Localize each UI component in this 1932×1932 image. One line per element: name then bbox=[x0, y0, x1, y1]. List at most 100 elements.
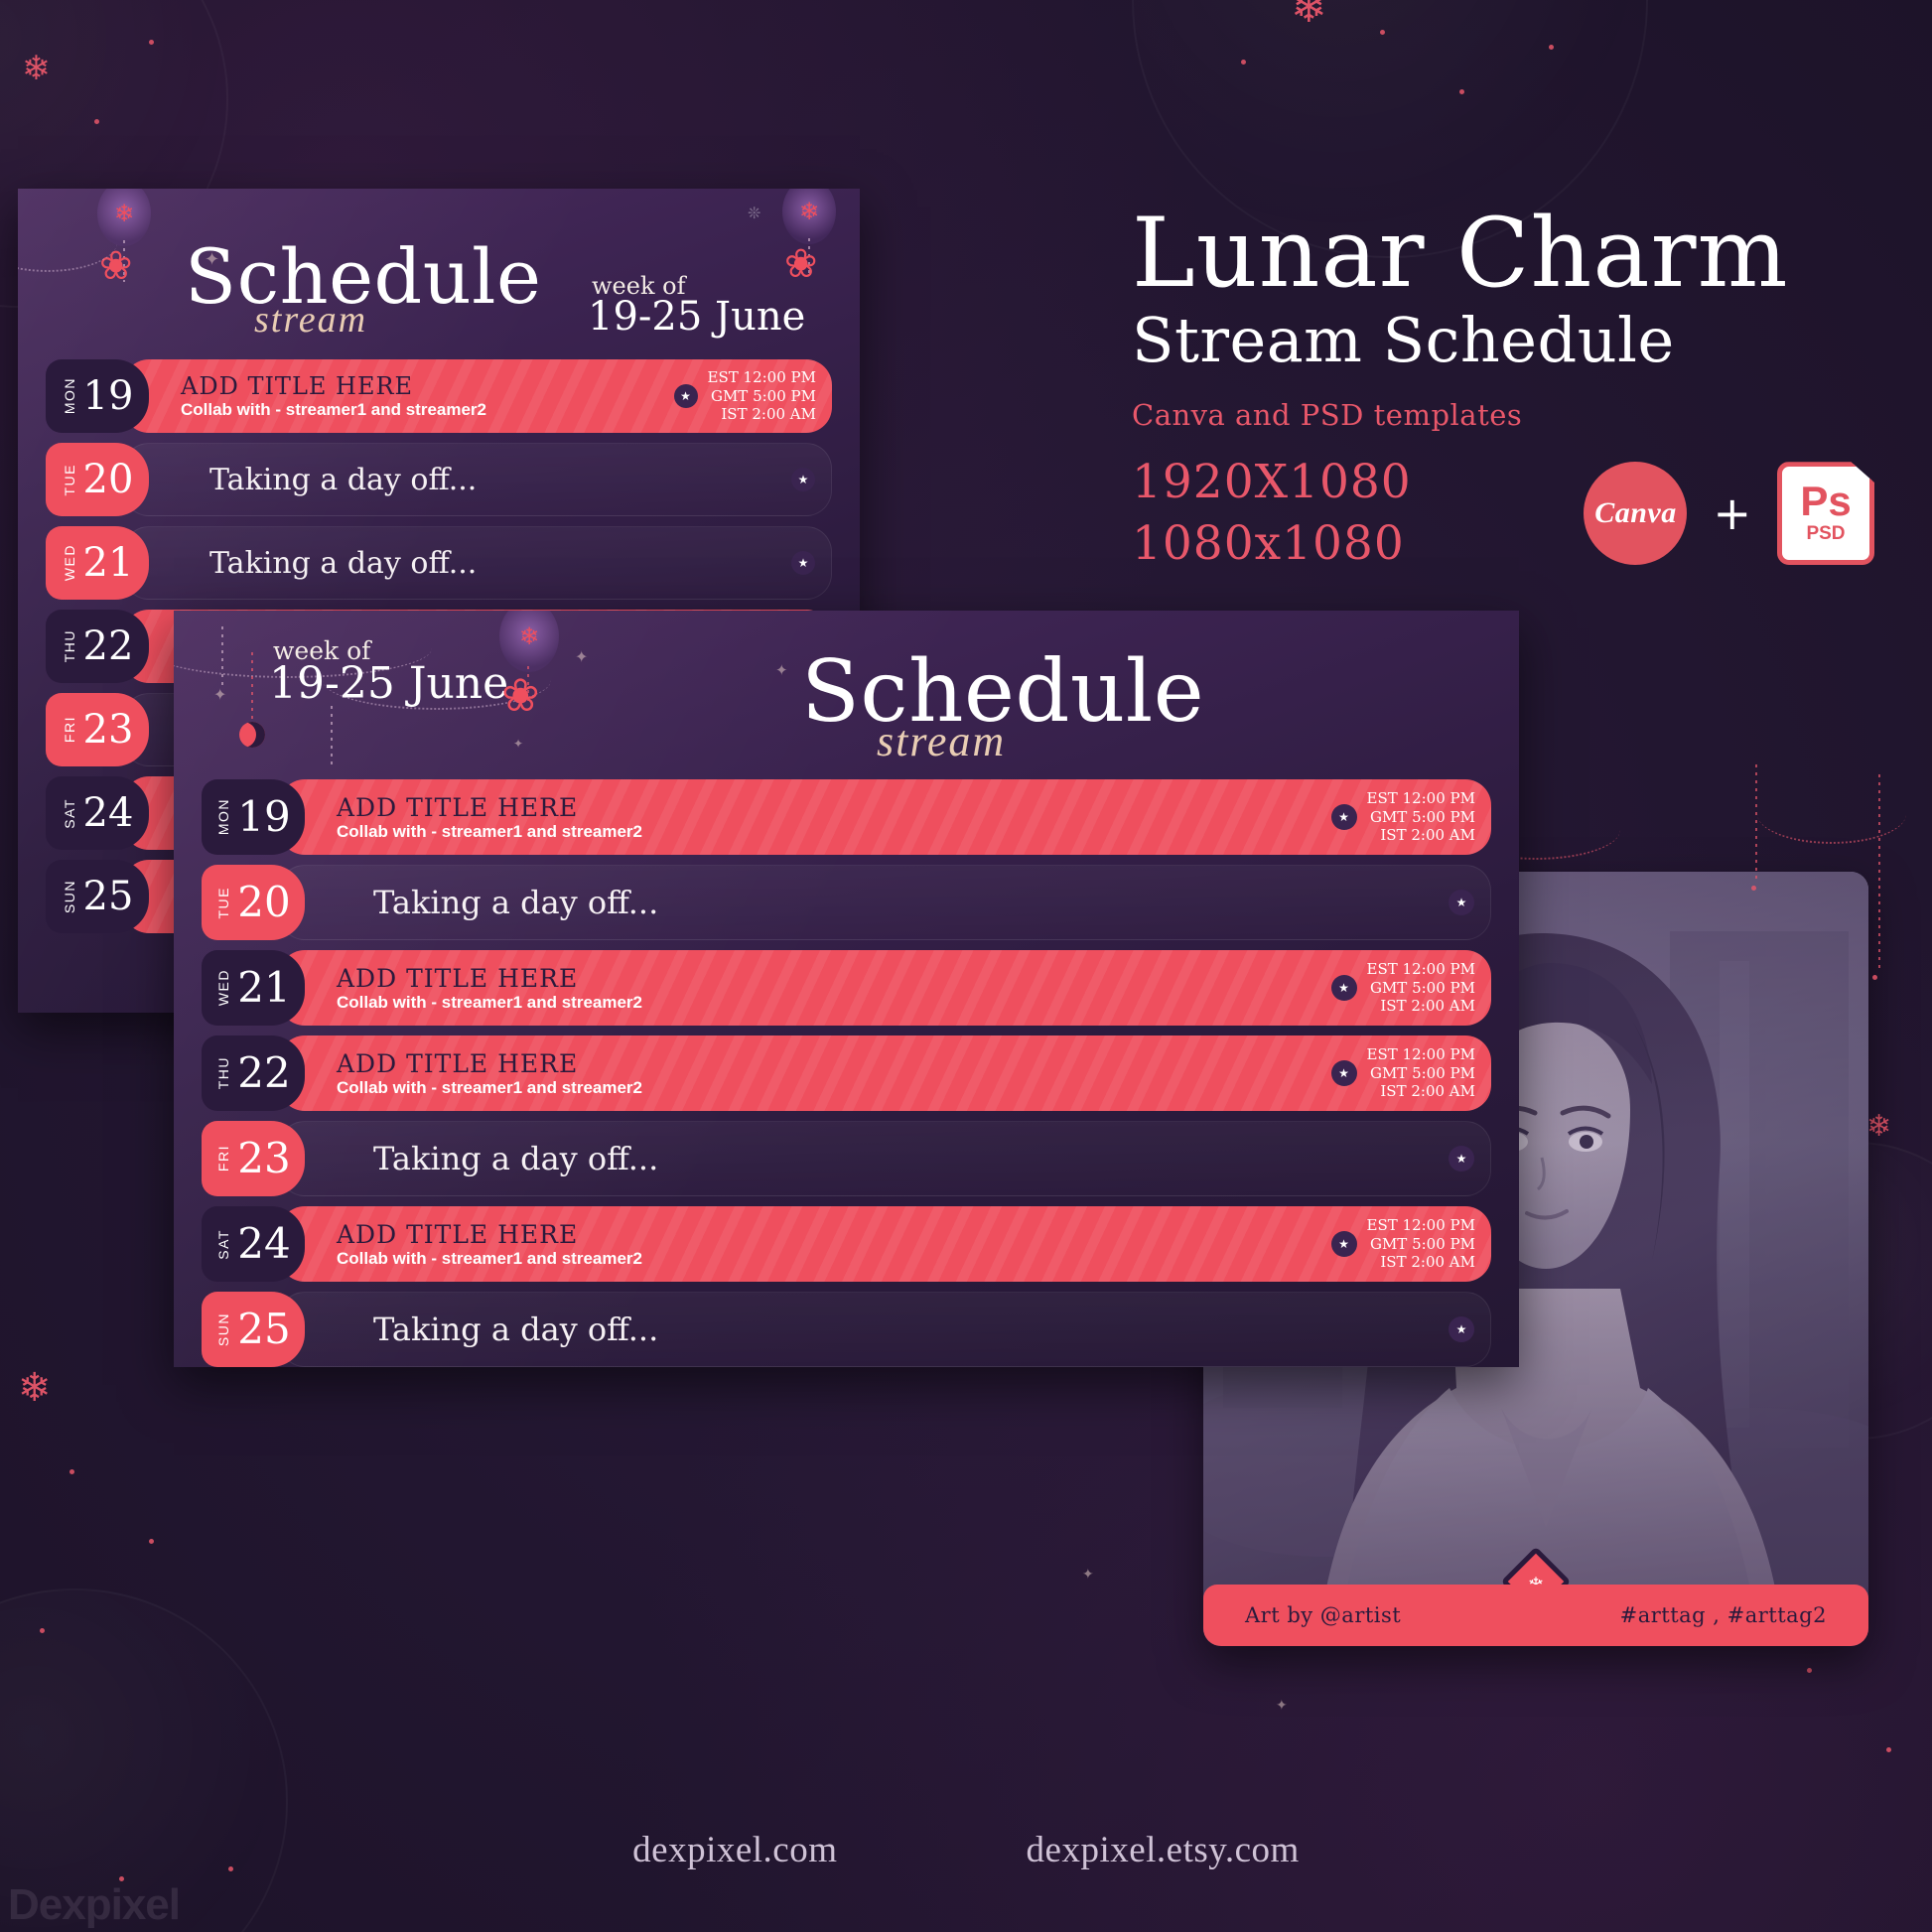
card-front-week-dates: 19-25 June bbox=[269, 658, 509, 709]
day-tab[interactable]: FRI 23 bbox=[202, 1121, 305, 1196]
day-tab[interactable]: WED 21 bbox=[46, 526, 149, 600]
schedule-row[interactable]: WED 21 ADD TITLE HERE Collab with - streame… bbox=[202, 950, 1491, 1026]
day-tab[interactable]: FRI 23 bbox=[46, 693, 149, 766]
promo-column: Lunar Charm Stream Schedule Canva and PS… bbox=[1132, 198, 1916, 575]
event-body[interactable]: ADD TITLE HERECollab with - streamer1 an… bbox=[123, 359, 832, 433]
day-tab[interactable]: WED 21 bbox=[202, 950, 305, 1026]
footer-etsy-link[interactable]: dexpixel.etsy.com bbox=[1027, 1829, 1300, 1871]
event-times: ★ EST 12:00 PMGMT 5:00 PMIST 2:00 AM bbox=[1330, 1216, 1475, 1272]
day-tab[interactable]: MON 19 bbox=[46, 359, 149, 433]
star-icon: ★ bbox=[1330, 975, 1357, 1001]
timezone-list: EST 12:00 PMGMT 5:00 PMIST 2:00 AM bbox=[1367, 1045, 1475, 1101]
day-tab[interactable]: SUN 25 bbox=[46, 860, 149, 933]
day-off-body[interactable]: Taking a day off... ★ bbox=[123, 526, 832, 600]
day-tab[interactable]: THU 22 bbox=[46, 610, 149, 683]
page-background: ❄ ❄ ❄ ❄ ✦ ✦ ❄ ❀ ✦ ❄ ❀ ❊ Schedule stream … bbox=[0, 0, 1932, 1932]
star-icon: ★ bbox=[1449, 1146, 1474, 1172]
watermark-logo: Dexpixel bbox=[8, 1880, 181, 1929]
event-text-block: ADD TITLE HERECollab with - streamer1 an… bbox=[337, 964, 642, 1013]
ornament-icon: ❄ bbox=[22, 49, 51, 88]
day-number: 24 bbox=[82, 790, 134, 836]
card-front-row-list: MON 19 ADD TITLE HERE Collab with - streame… bbox=[174, 779, 1519, 1367]
star-icon: ★ bbox=[1330, 1231, 1357, 1257]
event-subtitle: Collab with - streamer1 and streamer2 bbox=[337, 821, 643, 841]
day-tab[interactable]: TUE 20 bbox=[46, 443, 149, 516]
day-off-text: Taking a day off... bbox=[209, 462, 478, 497]
art-credit-text: Art by @artist bbox=[1245, 1603, 1402, 1627]
day-number: 23 bbox=[82, 707, 134, 753]
day-tab[interactable]: TUE 20 bbox=[202, 865, 305, 940]
day-of-week-label: THU bbox=[215, 1056, 232, 1090]
photoshop-icon-label: Ps bbox=[1800, 477, 1852, 524]
day-off-body[interactable]: Taking a day off... ★ bbox=[123, 443, 832, 516]
resolution-list: 1920X1080 1080x1080 bbox=[1132, 452, 1412, 575]
day-of-week-label: FRI bbox=[61, 716, 77, 744]
event-body[interactable]: ADD TITLE HERECollab with - streamer1 an… bbox=[279, 1035, 1491, 1111]
schedule-row[interactable]: THU 22 ADD TITLE HERECollab with - streame… bbox=[202, 1035, 1491, 1111]
event-subtitle: Collab with - streamer1 and streamer2 bbox=[337, 1248, 643, 1268]
event-body[interactable]: ADD TITLE HERECollab with - streamer1 an… bbox=[279, 779, 1491, 855]
day-of-week-label: SAT bbox=[61, 797, 77, 829]
schedule-row[interactable]: MON 19 ADD TITLE HERE Collab with - streame… bbox=[202, 779, 1491, 855]
footer-links: dexpixel.com dexpixel.etsy.com bbox=[0, 1829, 1932, 1871]
day-tab[interactable]: SUN 25 bbox=[202, 1292, 305, 1367]
day-tab[interactable]: THU 22 bbox=[202, 1035, 305, 1111]
day-off-body[interactable]: Taking a day off... ★ bbox=[279, 1121, 1491, 1196]
event-times: ★ EST 12:00 PMGMT 5:00 PMIST 2:00 AM bbox=[1330, 960, 1475, 1016]
timezone-list: EST 12:00 PMGMT 5:00 PMIST 2:00 AM bbox=[1367, 960, 1475, 1016]
day-off-text: Taking a day off... bbox=[373, 1140, 659, 1177]
format-badges: Canva + Ps PSD bbox=[1584, 462, 1874, 566]
event-title: ADD TITLE HERE bbox=[337, 963, 579, 993]
schedule-row[interactable]: TUE 20 Taking a day off... ★ bbox=[46, 443, 832, 516]
event-body[interactable]: ADD TITLE HERECollab with - streamer1 an… bbox=[279, 950, 1491, 1026]
event-times: ★ EST 12:00 PMGMT 5:00 PMIST 2:00 AM bbox=[1330, 789, 1475, 845]
schedule-row[interactable]: MON 19 ADD TITLE HERE Collab with - streame… bbox=[46, 359, 832, 433]
flower-ornament-icon: ❀ bbox=[784, 241, 818, 287]
product-subtitle: Stream Schedule bbox=[1132, 304, 1675, 377]
footer-site-link[interactable]: dexpixel.com bbox=[632, 1829, 837, 1871]
event-text-block: ADD TITLE HERECollab with - streamer1 an… bbox=[337, 1220, 642, 1269]
schedule-row[interactable]: TUE 20 Taking a day off... ★ bbox=[202, 865, 1491, 940]
product-title: Lunar Charm bbox=[1132, 198, 1789, 309]
ornament-icon: ❄ bbox=[1291, 0, 1327, 33]
timezone-entry: EST 12:00 PM bbox=[1366, 788, 1475, 807]
event-title: ADD TITLE HERE bbox=[337, 1048, 579, 1078]
event-body[interactable]: ADD TITLE HERECollab with - streamer1 an… bbox=[279, 1206, 1491, 1282]
timezone-list: EST 12:00 PMGMT 5:00 PMIST 2:00 AM bbox=[1367, 789, 1475, 845]
timezone-entry: EST 12:00 PM bbox=[1366, 959, 1475, 978]
schedule-row[interactable]: FRI 23 Taking a day off... ★ bbox=[202, 1121, 1491, 1196]
event-text-block: ADD TITLE HERECollab with - streamer1 an… bbox=[337, 793, 642, 842]
day-of-week-label: WED bbox=[61, 544, 77, 582]
star-icon: ★ bbox=[673, 384, 698, 408]
event-times: ★ EST 12:00 PMGMT 5:00 PMIST 2:00 AM bbox=[1330, 1045, 1475, 1101]
schedule-row[interactable]: SUN 25 Taking a day off... ★ bbox=[202, 1292, 1491, 1367]
day-tab[interactable]: MON 19 bbox=[202, 779, 305, 855]
schedule-row[interactable]: SAT 24 ADD TITLE HERECollab with - streame… bbox=[202, 1206, 1491, 1282]
star-icon: ★ bbox=[1449, 1316, 1474, 1342]
schedule-row[interactable]: WED 21 Taking a day off... ★ bbox=[46, 526, 832, 600]
timezone-entry: IST 2:00 AM bbox=[1380, 826, 1475, 845]
art-tags-text: #arttag , #arttag2 bbox=[1619, 1603, 1827, 1627]
timezone-entry: IST 2:00 AM bbox=[1380, 997, 1475, 1016]
timezone-entry: GMT 5:00 PM bbox=[1369, 978, 1475, 997]
timezone-entry: EST 12:00 PM bbox=[1366, 1044, 1475, 1063]
ornament-icon: ❄ bbox=[1866, 1109, 1892, 1144]
day-off-body[interactable]: Taking a day off... ★ bbox=[279, 1292, 1491, 1367]
day-tab[interactable]: SAT 24 bbox=[202, 1206, 305, 1282]
star-icon: ★ bbox=[1330, 804, 1357, 830]
day-number: 25 bbox=[82, 874, 134, 919]
event-text-block: ADD TITLE HERECollab with - streamer1 an… bbox=[181, 372, 486, 420]
art-credit-bar: Art by @artist #arttag , #arttag2 bbox=[1203, 1585, 1868, 1646]
day-number: 22 bbox=[82, 623, 134, 669]
day-tab[interactable]: SAT 24 bbox=[46, 776, 149, 850]
event-times: ★ bbox=[1449, 1316, 1474, 1342]
day-off-body[interactable]: Taking a day off... ★ bbox=[279, 865, 1491, 940]
star-icon: ★ bbox=[1449, 890, 1474, 915]
event-times: ★ bbox=[791, 551, 815, 575]
schedule-card-front[interactable]: ✦ week of 19-25 June ❄ ❀ ✦ ✦ Schedule st… bbox=[174, 611, 1519, 1367]
day-of-week-label: TUE bbox=[215, 886, 232, 919]
day-of-week-label: MON bbox=[215, 798, 232, 836]
medallion-ornament-icon: ❄ bbox=[499, 611, 559, 672]
event-times: ★ bbox=[791, 468, 815, 491]
card-front-header: ✦ week of 19-25 June ❄ ❀ ✦ ✦ Schedule st… bbox=[174, 611, 1519, 777]
